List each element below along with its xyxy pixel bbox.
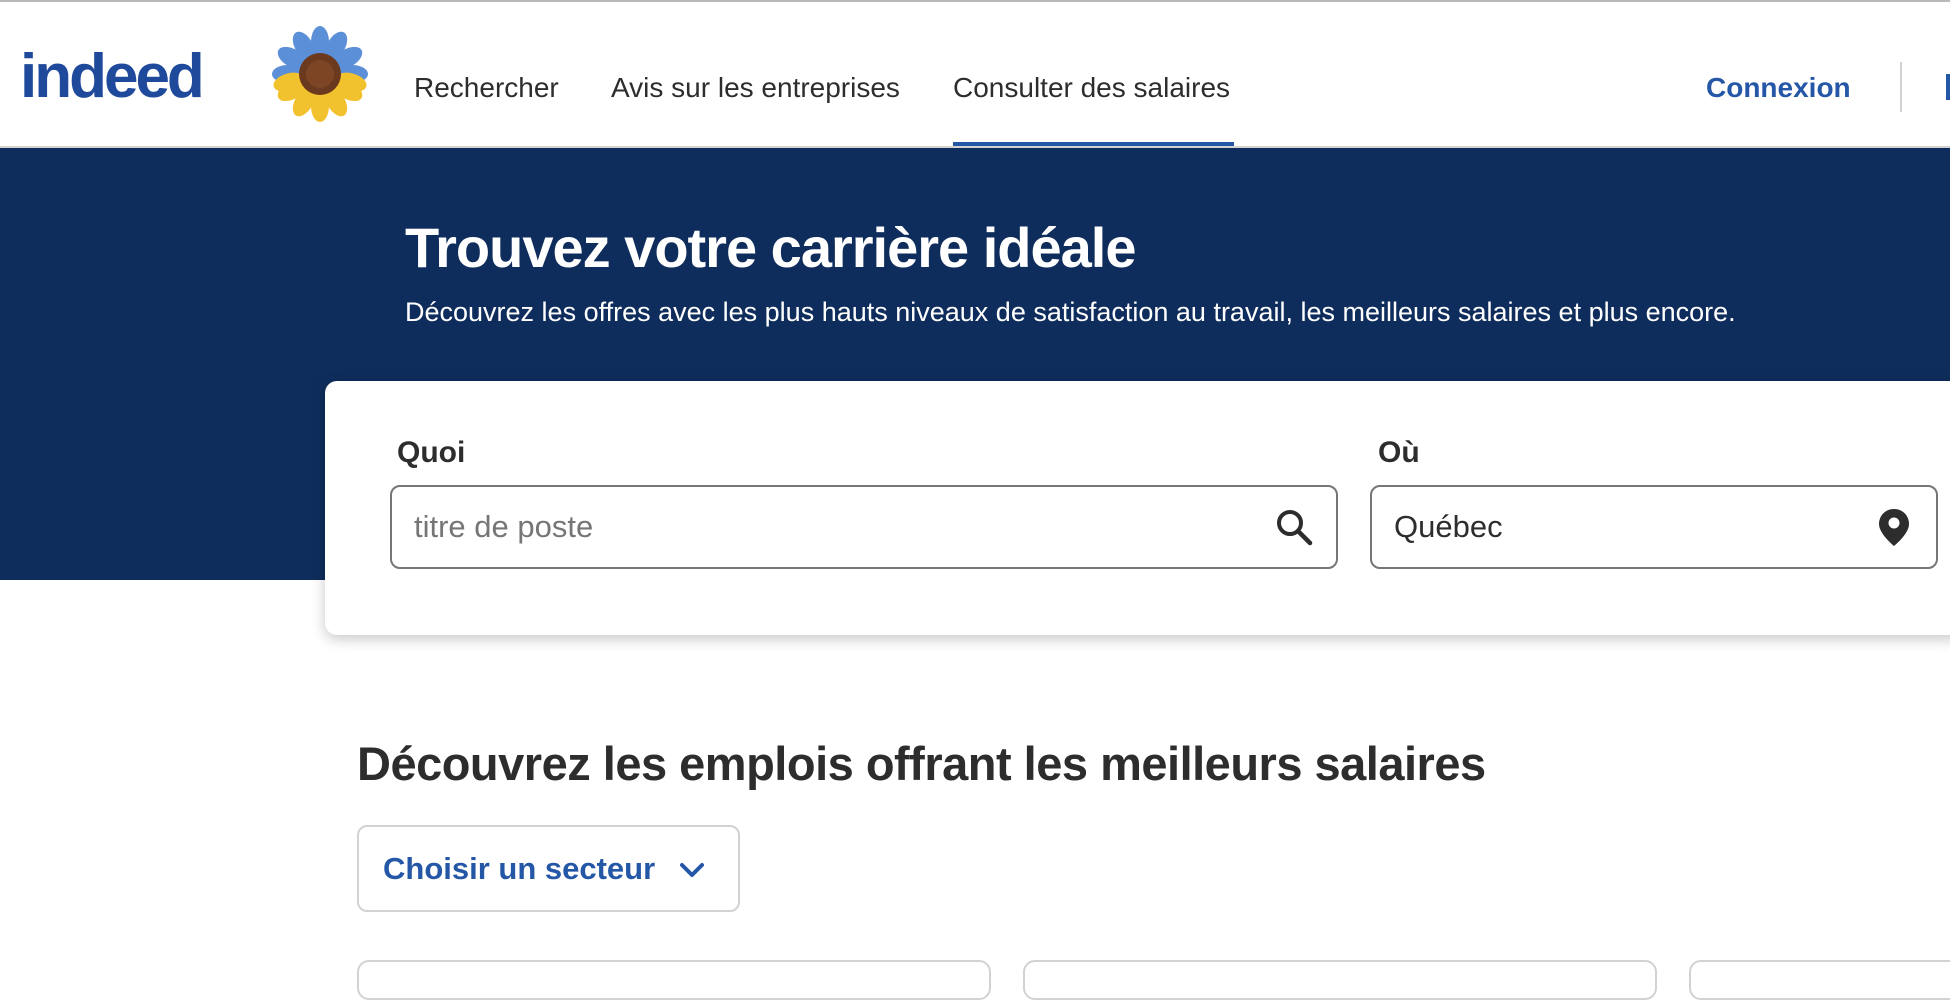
- location-input[interactable]: [1394, 487, 1854, 567]
- employer-link-edge[interactable]: [1946, 74, 1950, 100]
- hero-subtitle: Découvrez les offres avec les plus hauts…: [405, 297, 1736, 327]
- site-header: indeed Rechercher Avis sur les entrepris…: [0, 2, 1950, 148]
- choose-sector-label: Choisir un secteur: [383, 851, 656, 886]
- choose-sector-button[interactable]: Choisir un secteur: [357, 825, 740, 912]
- sunflower-icon: [272, 26, 368, 122]
- what-field[interactable]: [390, 485, 1338, 569]
- salary-card[interactable]: [1023, 960, 1657, 1000]
- chevron-down-icon: [680, 863, 704, 877]
- hero-title: Trouvez votre carrière idéale: [405, 216, 1136, 279]
- job-title-input[interactable]: [414, 487, 1234, 567]
- nav-rechercher[interactable]: Rechercher: [414, 68, 559, 108]
- nav-avis-entreprises[interactable]: Avis sur les entreprises: [611, 68, 900, 108]
- where-field[interactable]: [1370, 485, 1938, 569]
- where-label: Où: [1378, 436, 1420, 469]
- search-icon[interactable]: [1274, 507, 1314, 547]
- connexion-link[interactable]: Connexion: [1706, 68, 1851, 108]
- salary-search-card: Quoi Où: [325, 381, 1950, 635]
- nav-consulter-salaires[interactable]: Consulter des salaires: [953, 68, 1230, 108]
- section-heading: Découvrez les emplois offrant les meille…: [357, 737, 1486, 790]
- what-label: Quoi: [397, 436, 466, 469]
- indeed-logo: indeed: [20, 42, 205, 111]
- salary-card[interactable]: [1689, 960, 1950, 1000]
- location-pin-icon[interactable]: [1874, 507, 1914, 547]
- active-nav-indicator: [953, 142, 1234, 146]
- salary-card[interactable]: [357, 960, 991, 1000]
- header-divider: [1900, 62, 1902, 112]
